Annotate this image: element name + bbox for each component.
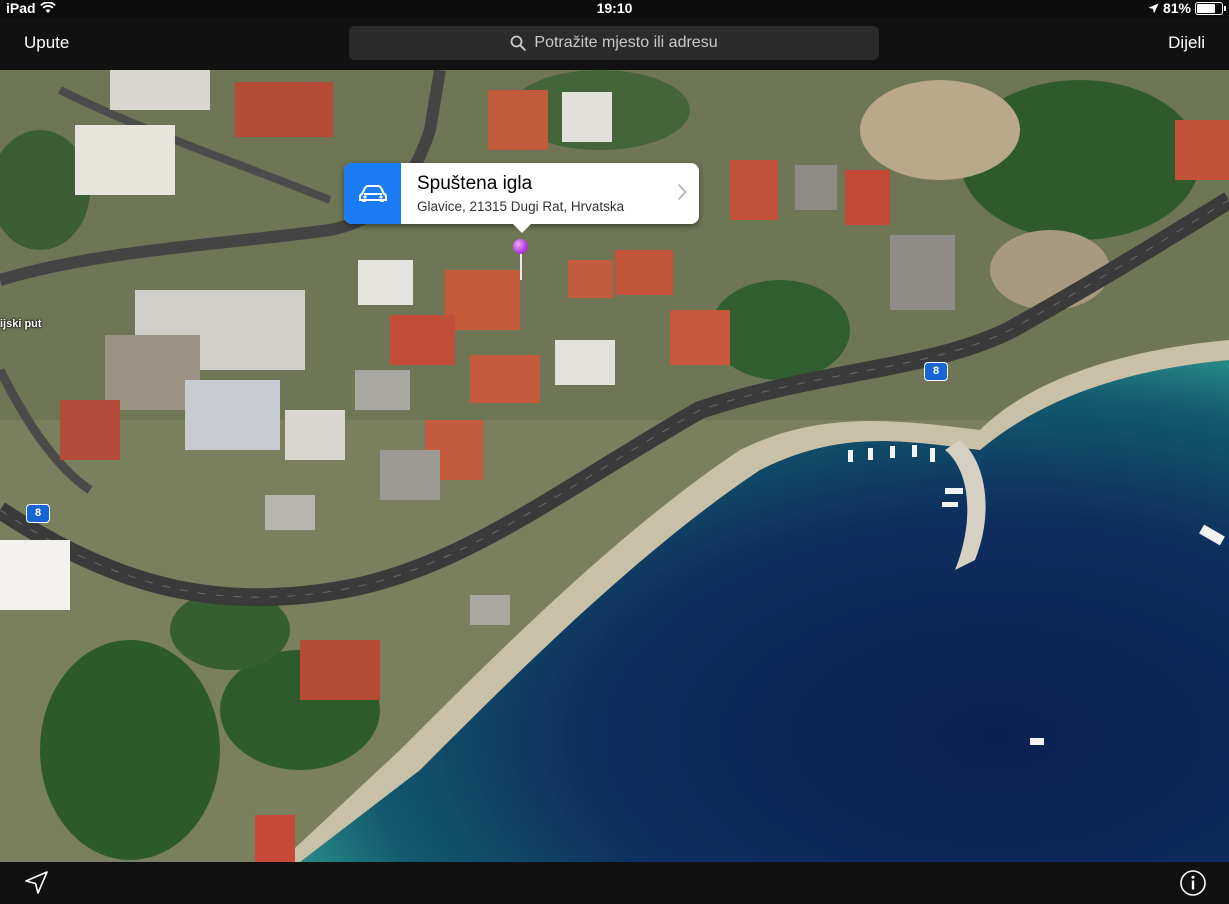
location-arrow-icon[interactable] — [24, 870, 50, 896]
bottom-toolbar — [0, 862, 1229, 904]
share-button[interactable]: Dijeli — [1168, 33, 1205, 53]
pin-callout[interactable]: Spuštena igla Glavice, 21315 Dugi Rat, H… — [344, 163, 699, 233]
location-arrow-icon — [1148, 3, 1159, 13]
dropped-pin-stem — [519, 252, 522, 280]
search-placeholder: Potražite mjesto ili adresu — [534, 34, 718, 51]
chevron-right-icon[interactable] — [677, 183, 687, 201]
status-right: 81% — [1148, 0, 1226, 16]
dropped-pin-icon[interactable] — [513, 239, 528, 254]
route-shield: 8 — [26, 504, 50, 523]
navigation-bar: Upute Potražite mjesto ili adresu Dijeli — [0, 18, 1229, 70]
status-bar: iPad 19:10 81% — [0, 0, 1229, 18]
car-icon — [358, 184, 387, 202]
search-icon — [511, 35, 527, 51]
battery-icon — [1195, 1, 1226, 15]
info-icon[interactable] — [1179, 869, 1207, 897]
directions-button[interactable]: Upute — [24, 33, 69, 53]
route-shield: 8 — [924, 362, 948, 381]
callout-tail — [512, 223, 532, 233]
battery-percentage: 81% — [1162, 0, 1191, 16]
road-label: ijski put — [0, 318, 42, 330]
status-time: 19:10 — [596, 0, 633, 16]
search-bar[interactable]: Potražite mjesto ili adresu — [349, 26, 879, 60]
callout-subtitle: Glavice, 21315 Dugi Rat, Hrvatska — [417, 199, 625, 214]
callout-title: Spuštena igla — [417, 173, 533, 194]
directions-car-button[interactable] — [344, 163, 401, 224]
